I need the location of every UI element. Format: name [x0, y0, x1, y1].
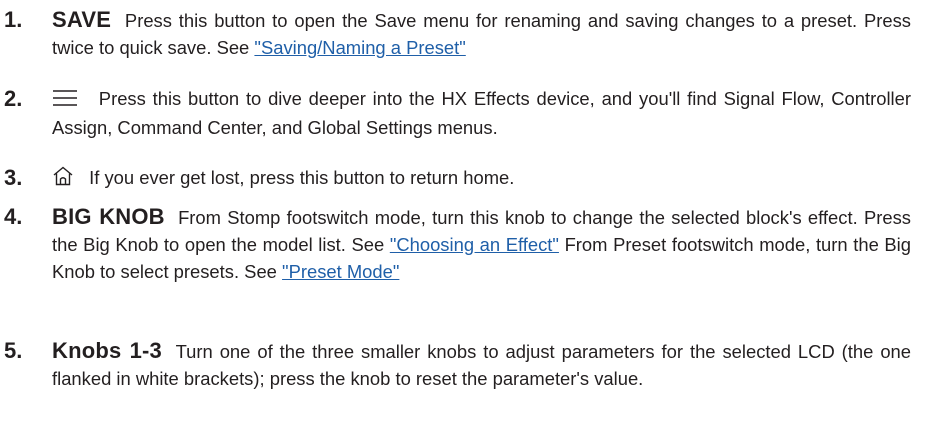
home-icon	[52, 166, 74, 193]
item-title: Knobs 1-3	[52, 338, 162, 363]
link-choosing-an-effect[interactable]: "Choosing an Effect"	[390, 234, 559, 255]
item-title: SAVE	[52, 7, 112, 32]
item-body: If you ever get lost, press this button …	[52, 164, 911, 193]
item-title: BIG KNOB	[52, 204, 165, 229]
item-text: Press this button to open the Save menu …	[52, 10, 911, 58]
manual-page: 1. SAVE Press this button to open the Sa…	[0, 0, 925, 445]
item-text: Press this button to dive deeper into th…	[52, 88, 911, 138]
item-body: SAVE Press this button to open the Save …	[52, 6, 911, 61]
item-number: 3.	[4, 165, 23, 190]
item-number: 4.	[4, 204, 23, 229]
link-saving-naming-preset[interactable]: "Saving/Naming a Preset"	[254, 37, 465, 58]
item-text: Turn one of the three smaller knobs to a…	[52, 341, 912, 389]
item-number: 1.	[4, 7, 23, 32]
menu-lines-icon	[52, 87, 78, 114]
item-number: 2.	[4, 86, 23, 111]
link-preset-mode[interactable]: "Preset Mode"	[282, 261, 399, 282]
item-text: If you ever get lost, press this button …	[89, 167, 515, 188]
item-number: 5.	[4, 338, 23, 363]
item-body: BIG KNOB From Stomp footswitch mode, tur…	[52, 203, 911, 285]
item-body: Knobs 1-3 Turn one of the three smaller …	[52, 337, 911, 392]
item-body: Press this button to dive deeper into th…	[52, 85, 911, 141]
